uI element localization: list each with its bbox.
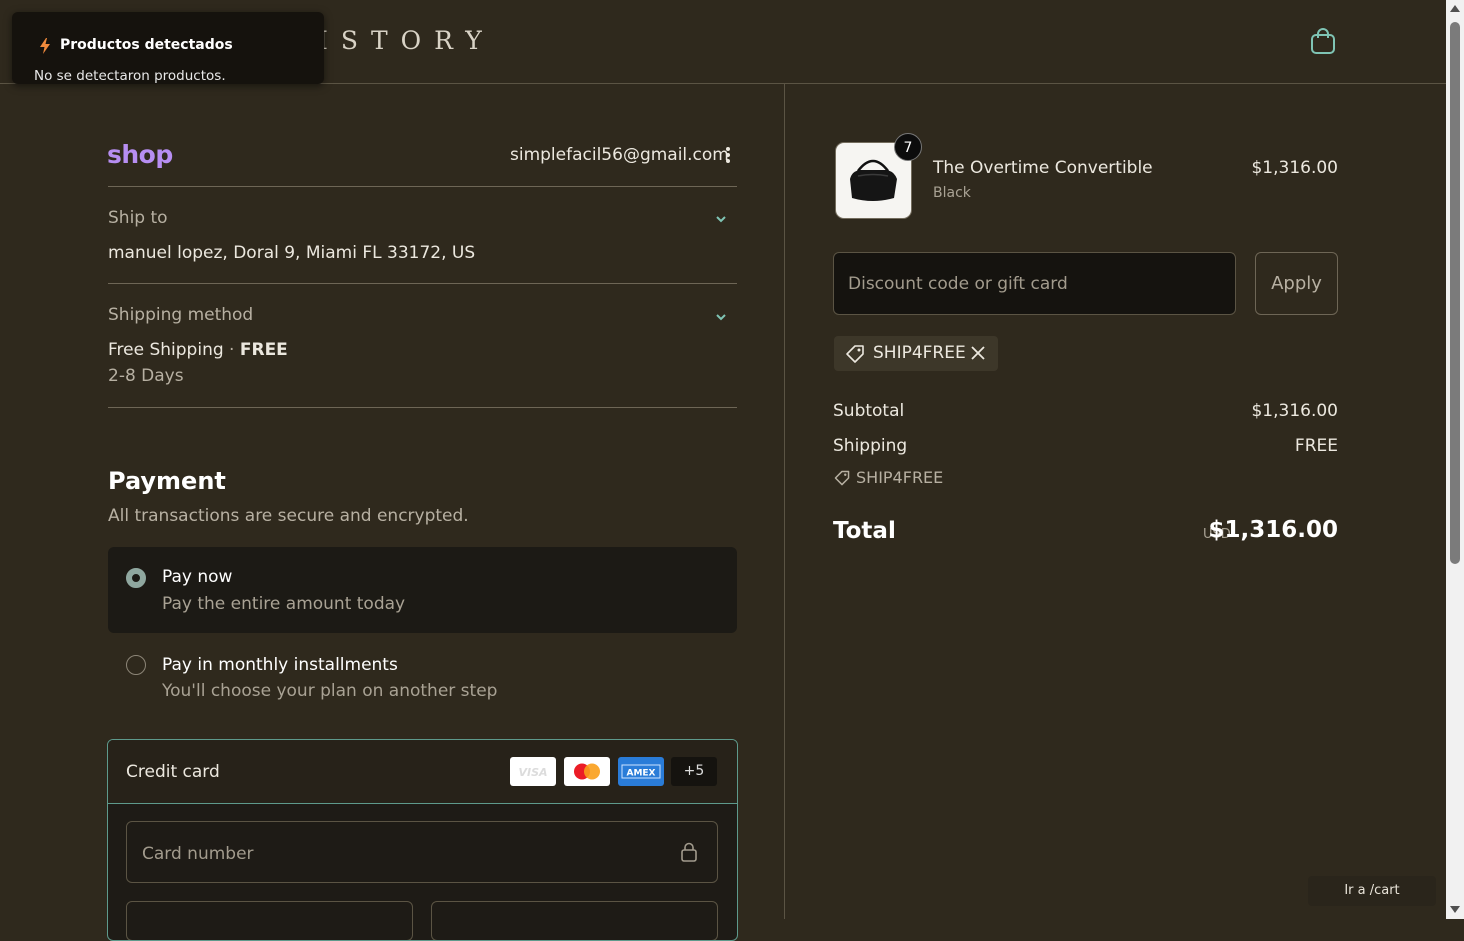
card-number-placeholder: Card number: [142, 844, 254, 864]
toast-title: Productos detectados: [60, 37, 233, 53]
total-value: $1,316.00: [1208, 517, 1339, 543]
shop-pay-logo: shop: [107, 140, 173, 169]
credit-card-panel: Credit card VISA AMEX +5 Card number: [107, 739, 738, 941]
shipping-label: Shipping: [833, 436, 908, 456]
discount-placeholder: Discount code or gift card: [848, 274, 1068, 294]
divider: [108, 407, 737, 408]
applied-discount-chip: SHIP4FREE: [834, 336, 998, 371]
divider: [108, 283, 737, 284]
tag-icon: [846, 345, 864, 363]
credit-card-label: Credit card: [126, 762, 220, 782]
applied-discount-code: SHIP4FREE: [873, 343, 966, 363]
discount-code-input[interactable]: Discount code or gift card: [833, 252, 1236, 315]
svg-text:VISA: VISA: [518, 766, 547, 779]
pay-now-title: Pay now: [162, 567, 233, 587]
product-variant: Black: [933, 185, 971, 201]
ship-to-label: Ship to: [108, 208, 168, 228]
scroll-down-arrow-icon[interactable]: [1450, 906, 1460, 913]
brand-logo[interactable]: ISTORY: [318, 26, 495, 55]
pay-now-option[interactable]: [108, 547, 737, 633]
shipping-method-value: Free Shipping · FREE: [108, 340, 288, 360]
shipping-method-name: Free Shipping: [108, 340, 224, 360]
chevron-down-icon[interactable]: [714, 310, 728, 324]
scroll-up-arrow-icon[interactable]: [1450, 5, 1460, 12]
go-to-cart-button[interactable]: Ir a /cart: [1308, 876, 1436, 906]
quantity-badge: 7: [894, 133, 922, 161]
visa-icon: VISA: [510, 757, 556, 786]
mastercard-icon: [564, 757, 610, 786]
installments-radio[interactable]: [126, 655, 146, 675]
installments-subtitle: You'll choose your plan on another step: [162, 681, 498, 701]
amex-icon: AMEX: [618, 757, 664, 786]
account-email: simplefacil56@gmail.com: [510, 145, 729, 165]
pay-now-subtitle: Pay the entire amount today: [162, 594, 406, 614]
lock-icon: [681, 842, 697, 862]
expiration-date-field[interactable]: [126, 901, 413, 940]
payment-title: Payment: [108, 467, 226, 495]
more-options-icon[interactable]: [722, 145, 734, 165]
products-detected-toast: Productos detectados No se detectaron pr…: [12, 12, 324, 84]
separator: ·: [229, 340, 235, 360]
shipping-discount-code: SHIP4FREE: [856, 468, 944, 487]
pay-now-radio[interactable]: [126, 568, 146, 588]
scrollbar[interactable]: [1446, 0, 1464, 919]
tag-icon: [834, 470, 850, 486]
credit-card-header[interactable]: Credit card VISA AMEX +5: [108, 740, 737, 804]
security-code-field[interactable]: [431, 901, 718, 940]
product-price: $1,316.00: [1251, 158, 1338, 178]
installments-title[interactable]: Pay in monthly installments: [162, 655, 398, 675]
ship-to-address: manuel lopez, Doral 9, Miami FL 33172, U…: [108, 243, 476, 263]
svg-text:AMEX: AMEX: [626, 769, 655, 779]
shipping-eta: 2-8 Days: [108, 366, 184, 386]
payment-subtitle: All transactions are secure and encrypte…: [108, 506, 469, 526]
apply-button[interactable]: Apply: [1255, 252, 1338, 315]
lightning-icon: [40, 38, 50, 54]
toast-message: No se detectaron productos.: [34, 68, 226, 84]
column-divider: [784, 84, 785, 919]
close-icon[interactable]: [970, 345, 986, 361]
subtotal-value: $1,316.00: [1251, 401, 1338, 421]
more-cards-badge: +5: [671, 757, 717, 786]
shopping-bag-icon[interactable]: [1308, 26, 1338, 56]
product-name: The Overtime Convertible: [933, 158, 1153, 178]
shipping-method-price: FREE: [239, 340, 288, 360]
subtotal-label: Subtotal: [833, 401, 905, 421]
scrollbar-thumb[interactable]: [1450, 22, 1460, 564]
shipping-value: FREE: [1294, 436, 1338, 456]
shipping-method-label: Shipping method: [108, 305, 254, 325]
chevron-down-icon[interactable]: [714, 212, 728, 226]
divider: [108, 186, 737, 187]
total-label: Total: [833, 518, 896, 544]
card-number-field[interactable]: Card number: [126, 821, 718, 883]
